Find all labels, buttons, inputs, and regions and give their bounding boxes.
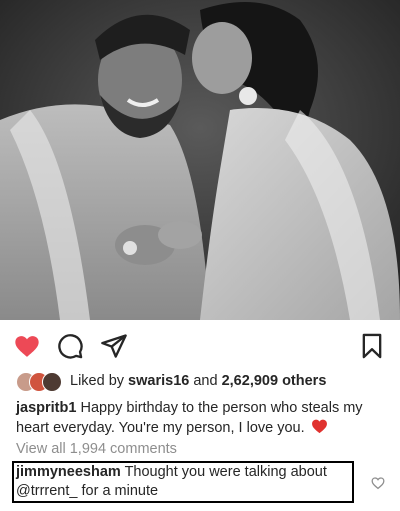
likes-count[interactable]: 2,62,909 others bbox=[222, 373, 327, 389]
liker-avatars[interactable] bbox=[16, 371, 62, 392]
post-caption: jaspritb1 Happy birthday to the person w… bbox=[16, 398, 388, 440]
post-photo-graphic bbox=[0, 0, 400, 320]
likes-connector: and bbox=[193, 373, 218, 389]
save-bookmark-icon[interactable] bbox=[358, 332, 386, 360]
post-photo[interactable] bbox=[0, 0, 400, 320]
view-all-comments-link[interactable]: View all 1,994 comments bbox=[16, 441, 177, 457]
comment-mention[interactable]: @trrrent_ bbox=[16, 483, 77, 499]
share-icon[interactable] bbox=[100, 332, 128, 360]
liker-username[interactable]: swaris16 bbox=[128, 373, 189, 389]
caption-username[interactable]: jaspritb1 bbox=[16, 400, 76, 416]
likes-summary[interactable]: Liked by swaris16 and 2,62,909 others bbox=[70, 373, 326, 389]
comment-like-heart-icon[interactable] bbox=[371, 476, 385, 490]
avatar bbox=[42, 372, 62, 392]
likes-row: Liked by swaris16 and 2,62,909 others bbox=[16, 370, 326, 392]
comment-text-end: for a minute bbox=[81, 483, 159, 499]
likes-prefix: Liked by bbox=[70, 373, 125, 389]
comment-username[interactable]: jimmyneesham bbox=[16, 464, 121, 480]
comment-text: Thought you were talking about bbox=[124, 464, 327, 480]
post-action-bar bbox=[0, 326, 400, 364]
like-heart-icon[interactable] bbox=[13, 332, 41, 360]
red-heart-emoji-icon bbox=[311, 418, 328, 440]
comment-item: jimmyneesham Thought you were talking ab… bbox=[16, 463, 354, 501]
comment-icon[interactable] bbox=[56, 332, 84, 360]
